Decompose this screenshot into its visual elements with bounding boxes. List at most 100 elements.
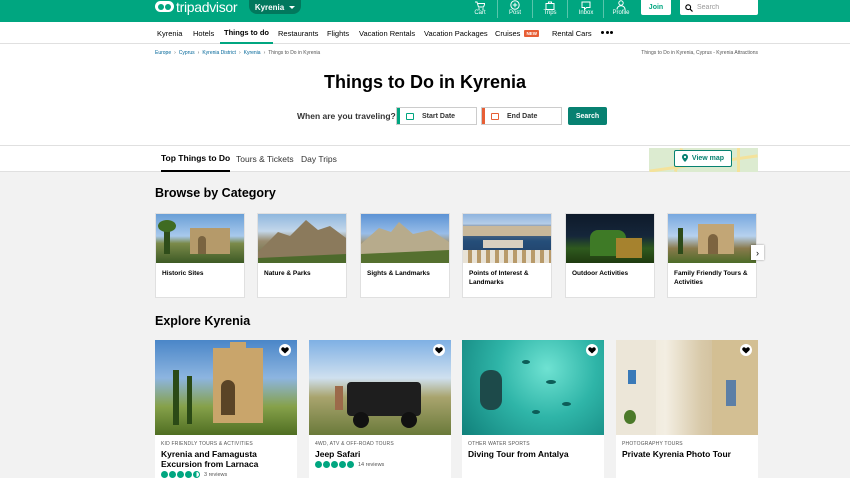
chevron-right-icon: › <box>263 50 266 56</box>
subnav-kyrenia[interactable]: Kyrenia <box>157 22 182 44</box>
chevron-right-icon: › <box>238 50 241 56</box>
logo-text: tripadvisor <box>176 0 238 15</box>
experience-card-photo-tour[interactable]: PHOTOGRAPHY TOURS Private Kyrenia Photo … <box>616 340 758 478</box>
end-date-accent <box>482 108 485 124</box>
experience-card-jeep-safari[interactable]: 4WD, ATV & OFF-ROAD TOURS Jeep Safari 14… <box>309 340 451 478</box>
category-label: Family Friendly Tours & Activities <box>674 270 748 286</box>
nav-profile[interactable]: Profile <box>604 0 638 18</box>
location-dropdown[interactable]: Kyrenia <box>249 0 301 14</box>
experience-category: 4WD, ATV & OFF-ROAD TOURS <box>315 441 394 447</box>
breadcrumb-current: Things to Do in Kyrenia <box>268 50 321 56</box>
subnav-vacation-rentals[interactable]: Vacation Rentals <box>359 22 415 44</box>
subnav-cruises[interactable]: Cruises NEW <box>495 22 539 44</box>
page-seo-title: Things to Do in Kyrenia, Cyprus - Kyreni… <box>641 50 758 56</box>
end-date-field[interactable]: End Date <box>481 107 562 125</box>
start-date-label: Start Date <box>422 112 456 120</box>
new-badge: NEW <box>524 29 539 37</box>
breadcrumb-europe[interactable]: Europe <box>155 50 171 56</box>
chevron-right-icon: › <box>197 50 200 56</box>
breadcrumb: Europe › Cyprus › Kyrenia District › Kyr… <box>155 50 320 56</box>
nav-profile-label: Profile <box>612 10 630 16</box>
breadcrumb-cyprus[interactable]: Cyprus <box>179 50 195 56</box>
experience-title[interactable]: Jeep Safari <box>309 447 451 459</box>
favorite-heart-icon[interactable] <box>586 344 598 356</box>
location-label: Kyrenia <box>254 2 285 12</box>
subnav-rental-cars[interactable]: Rental Cars <box>552 22 592 44</box>
review-count[interactable]: 14 reviews <box>358 462 384 468</box>
diving-tour-image <box>462 340 604 435</box>
tab-top-things-to-do[interactable]: Top Things to Do <box>161 146 231 172</box>
chevron-right-icon: › <box>756 247 759 258</box>
tripadvisor-logo[interactable]: tripadvisor <box>155 0 238 15</box>
browse-section-title: Browse by Category <box>155 186 276 200</box>
view-map-button[interactable]: View map <box>674 150 732 167</box>
join-button[interactable]: Join <box>641 0 671 15</box>
category-label: Outdoor Activities <box>572 270 629 277</box>
photo-tour-image <box>616 340 758 435</box>
cart-icon <box>475 0 485 10</box>
nav-post-label: Post <box>508 10 521 16</box>
experience-title[interactable]: Private Kyrenia Photo Tour <box>616 447 758 459</box>
experience-title[interactable]: Diving Tour from Antalya <box>462 447 604 459</box>
review-count[interactable]: 3 reviews <box>204 472 227 478</box>
tab-tours-tickets[interactable]: Tours & Tickets <box>236 146 294 172</box>
experience-card-diving-tour[interactable]: OTHER WATER SPORTS Diving Tour from Anta… <box>462 340 604 478</box>
map-pin-icon <box>681 153 688 164</box>
nav-inbox[interactable]: Inbox <box>569 0 603 18</box>
chevron-down-icon <box>289 5 296 9</box>
page-title: Things to Do in Kyrenia <box>323 72 526 92</box>
nav-post[interactable]: Post <box>498 0 532 18</box>
chevron-right-icon: › <box>174 50 176 56</box>
family-friendly-image <box>668 214 756 263</box>
experience-category: KID FRIENDLY TOURS & ACTIVITIES <box>161 441 253 447</box>
more-options-icon[interactable] <box>601 31 613 34</box>
jeep-safari-image <box>309 340 451 435</box>
nav-trips[interactable]: Trips <box>533 0 567 18</box>
view-map-label: View map <box>691 155 725 162</box>
start-date-field[interactable]: Start Date <box>396 107 477 125</box>
category-card-outdoor-activities[interactable]: Outdoor Activities <box>565 213 655 298</box>
category-card-nature-parks[interactable]: Nature & Parks <box>257 213 347 298</box>
breadcrumb-kyrenia-district[interactable]: Kyrenia District <box>202 50 236 56</box>
historic-sites-image <box>156 214 244 263</box>
top-header: tripadvisor Kyrenia Cart Post Trips Inbo… <box>0 0 850 22</box>
subnav-vacation-packages[interactable]: Vacation Packages <box>424 22 488 44</box>
rating-bubbles: 3 reviews <box>155 469 297 478</box>
sights-landmarks-image <box>361 214 449 263</box>
carousel-next-button[interactable]: › <box>751 245 764 260</box>
calendar-icon <box>406 112 414 120</box>
date-search-button[interactable]: Search <box>568 107 607 125</box>
experience-card-famagusta[interactable]: KID FRIENDLY TOURS & ACTIVITIES Kyrenia … <box>155 340 297 478</box>
category-card-family-friendly[interactable]: Family Friendly Tours & Activities <box>667 213 757 298</box>
plus-circle-icon <box>510 0 520 10</box>
nav-cart[interactable]: Cart <box>463 0 497 18</box>
category-nav: Kyrenia Hotels Things to do Restaurants … <box>0 22 850 44</box>
subnav-things-to-do[interactable]: Things to do <box>220 22 273 44</box>
breadcrumb-kyrenia[interactable]: Kyrenia <box>244 50 261 56</box>
hero-section: Europe › Cyprus › Kyrenia District › Kyr… <box>0 44 850 145</box>
tab-day-trips[interactable]: Day Trips <box>301 146 337 172</box>
rating-bubbles: 14 reviews <box>309 459 451 468</box>
search-field[interactable] <box>680 0 758 15</box>
favorite-heart-icon[interactable] <box>279 344 291 356</box>
nav-divider <box>567 0 568 18</box>
owl-logo-icon <box>155 1 174 12</box>
subnav-hotels[interactable]: Hotels <box>193 22 214 44</box>
experience-title[interactable]: Kyrenia and Famagusta Excursion from Lar… <box>155 447 297 469</box>
category-card-sights-landmarks[interactable]: Sights & Landmarks <box>360 213 450 298</box>
favorite-heart-icon[interactable] <box>433 344 445 356</box>
search-input[interactable] <box>697 4 752 11</box>
nav-trips-label: Trips <box>543 10 557 16</box>
category-card-points-of-interest[interactable]: Points of Interest & Landmarks <box>462 213 552 298</box>
points-of-interest-image <box>463 214 551 263</box>
subnav-restaurants[interactable]: Restaurants <box>278 22 318 44</box>
category-label: Historic Sites <box>162 270 204 277</box>
start-date-accent <box>397 108 400 124</box>
nature-parks-image <box>258 214 346 263</box>
experience-category: OTHER WATER SPORTS <box>468 441 530 447</box>
favorite-heart-icon[interactable] <box>740 344 752 356</box>
category-card-historic-sites[interactable]: Historic Sites <box>155 213 245 298</box>
travel-question: When are you traveling? <box>297 111 396 121</box>
calendar-icon <box>491 112 499 120</box>
subnav-flights[interactable]: Flights <box>327 22 349 44</box>
